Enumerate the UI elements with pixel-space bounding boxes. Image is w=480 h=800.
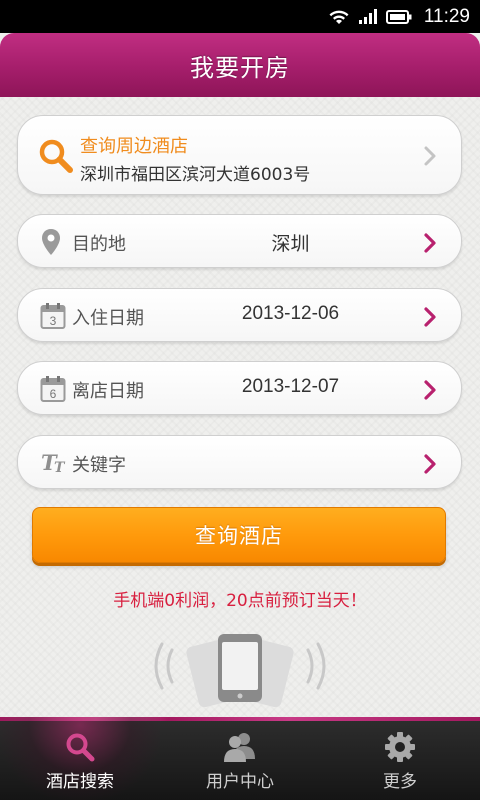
checkin-date-row[interactable]: 3 入住日期 2013-12-06 (17, 288, 462, 342)
title-bar: 我要开房 (0, 33, 480, 97)
status-bar: 11:29 (0, 0, 480, 33)
location-pin-icon (40, 228, 62, 260)
keyword-row[interactable]: T T 关键字 (17, 435, 462, 489)
nearby-hotels-button[interactable]: 查询周边酒店 深圳市福田区滨河大道6003号 (17, 115, 462, 195)
tab-hotel-search[interactable]: 酒店搜索 (0, 717, 160, 800)
chevron-right-icon (423, 232, 437, 258)
tab-user-center[interactable]: 用户中心 (160, 717, 320, 800)
current-address: 深圳市福田区滨河大道6003号 (80, 165, 311, 185)
calendar-icon: 3 (40, 302, 66, 334)
bottom-tab-bar: 酒店搜索 用户中心 更多 (0, 717, 480, 800)
tab-label: 用户中心 (206, 772, 274, 792)
wifi-icon (328, 9, 350, 25)
chevron-right-icon (423, 379, 437, 405)
search-icon (64, 731, 96, 767)
battery-icon (385, 9, 412, 25)
page-title: 我要开房 (190, 53, 290, 82)
svg-text:T: T (54, 460, 66, 475)
search-icon (38, 138, 74, 178)
status-time: 11:29 (423, 5, 470, 27)
search-hotels-button[interactable]: 查询酒店 (32, 507, 446, 563)
checkin-label: 入住日期 (72, 308, 144, 329)
calendar-day-number: 6 (50, 387, 57, 401)
destination-row[interactable]: 目的地 深圳 (17, 214, 462, 268)
destination-label: 目的地 (72, 234, 126, 255)
destination-value: 深圳 (271, 234, 310, 255)
gear-icon (384, 731, 416, 767)
keyword-label: 关键字 (72, 455, 126, 476)
calendar-day-number: 3 (50, 314, 57, 328)
calendar-icon: 6 (40, 375, 66, 407)
text-icon: T T (40, 449, 70, 479)
tab-label: 酒店搜索 (46, 772, 114, 792)
checkout-value: 2013-12-07 (241, 376, 340, 397)
tab-more[interactable]: 更多 (320, 717, 480, 800)
promo-text: 手机端0利润，20点前预订当天！ (113, 591, 367, 611)
checkout-date-row[interactable]: 6 离店日期 2013-12-07 (17, 361, 462, 415)
nearby-title: 查询周边酒店 (80, 136, 188, 157)
shake-phone-illustration (150, 632, 330, 711)
tab-label: 更多 (383, 772, 417, 792)
main-content: 查询周边酒店 深圳市福田区滨河大道6003号 目的地 深圳 3 入住日期 201… (0, 97, 480, 717)
chevron-right-icon (423, 306, 437, 332)
chevron-right-icon (423, 453, 437, 479)
signal-icon (358, 8, 378, 25)
checkout-label: 离店日期 (72, 381, 144, 402)
search-hotels-button-label: 查询酒店 (195, 524, 283, 548)
users-icon (223, 731, 257, 767)
chevron-right-icon (423, 145, 437, 171)
checkin-value: 2013-12-06 (241, 303, 340, 324)
